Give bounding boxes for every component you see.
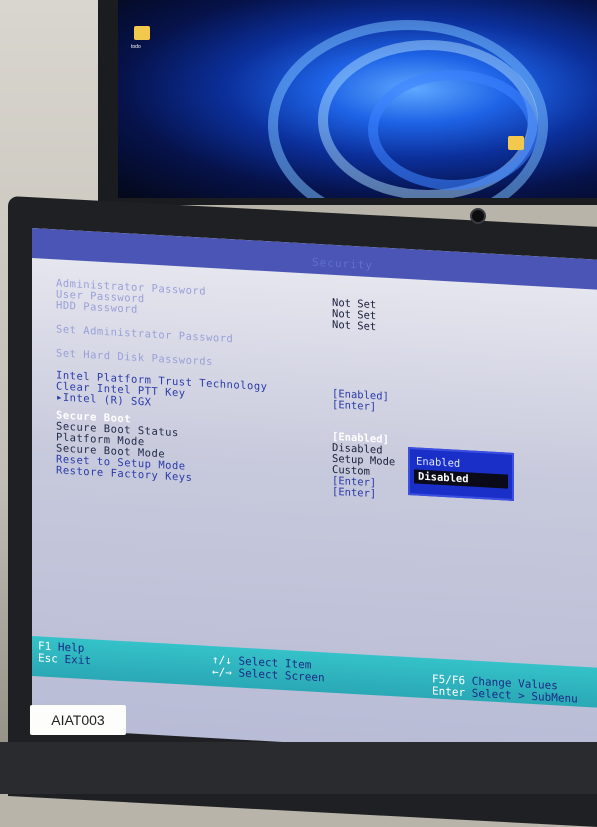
select-screen-text: Select Screen (238, 666, 325, 685)
bios-setup-screen: Security Administrator Password Not Set … (32, 228, 597, 760)
esc-key: Esc (38, 651, 58, 666)
wallpaper-swirl (368, 70, 538, 190)
clear-ptt-key-value[interactable]: [Enter] (332, 399, 376, 413)
esc-exit-text: Exit (64, 652, 92, 668)
set-admin-password-item[interactable]: Set Administrator Password (56, 323, 233, 345)
select-submenu-text: Select > SubMenu (471, 686, 578, 706)
hdd-password-value: Not Set (332, 318, 377, 334)
webcam-icon (470, 208, 486, 224)
option-enabled[interactable]: Enabled (416, 455, 460, 469)
desktop-icon-label: todo (131, 44, 141, 50)
secure-boot-option-popup[interactable]: Enabled Disabled (408, 447, 514, 501)
monitor-desktop-wallpaper: todo (118, 0, 597, 198)
folder-icon[interactable] (134, 26, 150, 40)
left-right-key: ←/→ (212, 665, 232, 680)
option-disabled-selected[interactable]: Disabled (414, 469, 508, 489)
enter-key: Enter (432, 684, 466, 700)
restore-factory-keys-value[interactable]: [Enter] (332, 486, 376, 500)
asset-tag-sticker: AIAT003 (30, 705, 126, 735)
set-hdd-passwords-item[interactable]: Set Hard Disk Passwords (56, 347, 213, 368)
bios-help-footer: F1 Help Esc Exit ↑/↓ Select Item ←/→ Sel… (32, 636, 597, 708)
folder-icon[interactable] (508, 136, 524, 150)
laptop-base (0, 742, 597, 794)
